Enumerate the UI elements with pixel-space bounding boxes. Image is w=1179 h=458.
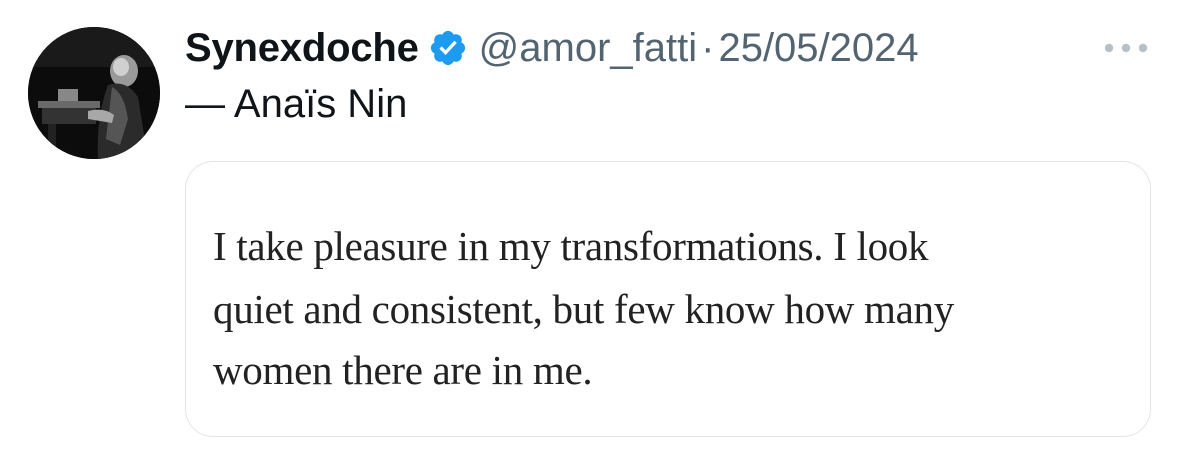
avatar[interactable] [28,27,160,159]
quote-line: I take pleasure in my transformations. I… [213,223,929,269]
more-options-icon[interactable] [1099,36,1153,60]
tweet-header: Synexdoche @amor_fatti · 25/05/2024 [185,22,919,74]
tweet-text: — Anaïs Nin [185,82,408,126]
quote-line: quiet and consistent, but few know how m… [213,286,954,332]
quote-line: women there are in me. [213,347,593,393]
handle[interactable]: @amor_fatti [479,26,697,71]
avatar-image [28,27,160,159]
verified-badge-icon [428,28,468,68]
tweet[interactable]: Synexdoche @amor_fatti · 25/05/2024 — An… [0,0,1179,458]
tweet-date[interactable]: 25/05/2024 [718,26,918,71]
display-name[interactable]: Synexdoche [185,26,419,71]
separator-dot: · [701,25,715,70]
